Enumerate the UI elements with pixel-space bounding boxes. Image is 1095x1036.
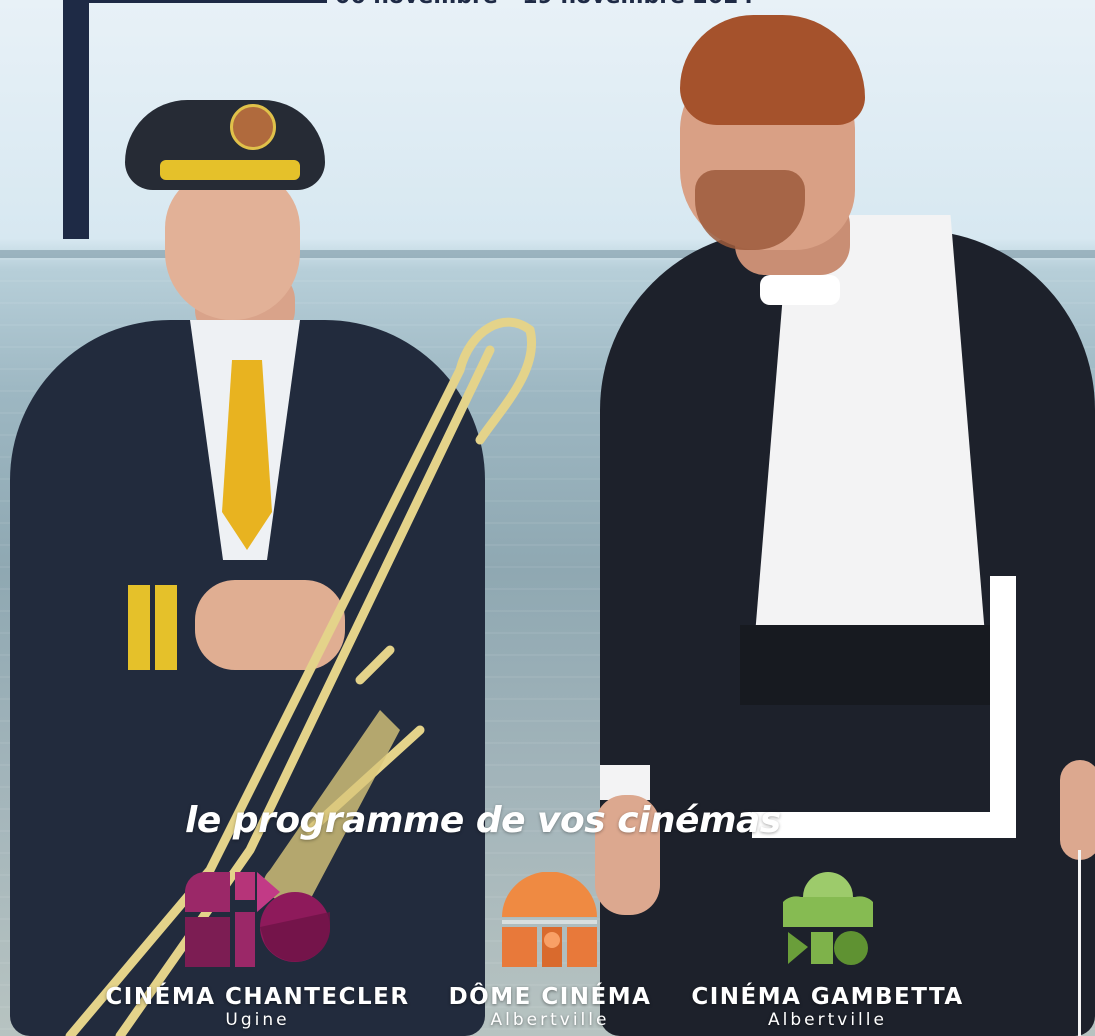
cinema-dome: DÔME CINÉMA Albertville	[440, 984, 660, 1030]
cinema-city: Albertville	[490, 1010, 610, 1030]
cinema-city: Ugine	[225, 1010, 290, 1030]
date-range: 06 novembre - 19 novembre 2024	[335, 0, 754, 9]
cap-band	[160, 160, 300, 180]
cinema-name: CINÉMA CHANTECLER	[105, 984, 410, 1010]
frame-corner-bottom-right	[990, 576, 1016, 838]
cinema-city: Albertville	[768, 1010, 887, 1030]
cinema-chantecler: CINÉMA CHANTECLER Ugine	[105, 984, 410, 1030]
chantecler-logo-icon	[185, 872, 330, 967]
cinema-gambetta: CINÉMA GAMBETTA Albertville	[690, 984, 965, 1030]
programme-tagline: le programme de vos cinémas	[185, 800, 781, 841]
frame-corner-top-left-line	[63, 0, 327, 3]
red-hair	[680, 15, 865, 125]
cummerbund	[740, 625, 990, 705]
conductor-hand	[1060, 760, 1095, 860]
gambetta-logo-icon	[783, 872, 873, 965]
musician-head	[165, 170, 300, 320]
bow-tie	[760, 275, 840, 305]
frame-corner-top-left	[63, 0, 89, 239]
conductor-baton	[1078, 850, 1081, 1036]
cinema-name: CINÉMA GAMBETTA	[691, 984, 964, 1010]
cap-badge	[230, 104, 276, 150]
poster: 06 novembre - 19 novembre 2024 le progra…	[0, 0, 1095, 1036]
dome-logo-icon	[502, 872, 597, 967]
cinema-name: DÔME CINÉMA	[448, 984, 652, 1010]
frame-corner-bottom-right-line	[752, 812, 1016, 838]
